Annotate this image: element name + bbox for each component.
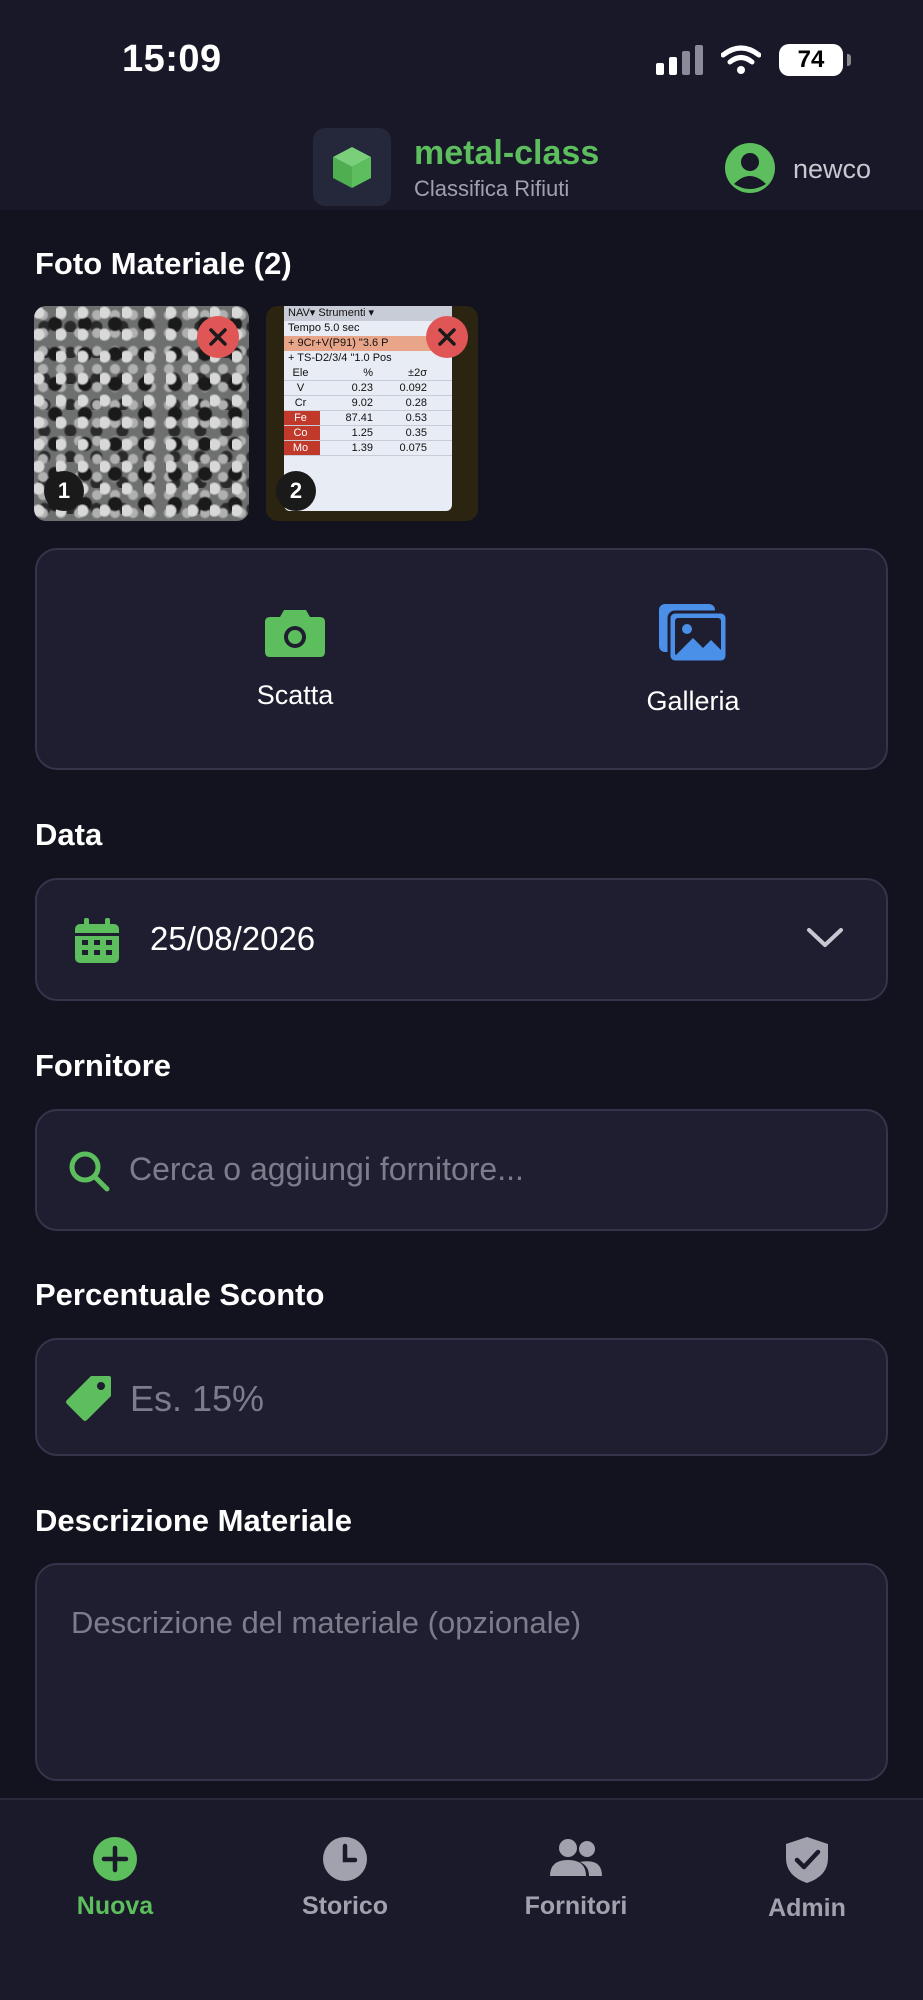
screen-cell: V <box>296 382 305 394</box>
cube-icon <box>333 147 371 188</box>
screen-cell: Cr <box>294 397 307 409</box>
close-icon <box>438 328 456 346</box>
screen-table-row: Mo 1.39 0.075 <box>284 441 452 456</box>
remove-photo-button[interactable] <box>197 316 239 358</box>
discount-label: Percentuale Sconto <box>35 1277 325 1312</box>
screen-cell: Mo <box>284 441 320 455</box>
shield-icon <box>786 1837 828 1883</box>
status-time: 15:09 <box>122 38 222 80</box>
camera-button[interactable]: Scatta <box>95 550 495 768</box>
chevron-down-icon <box>807 928 843 947</box>
screen-cell: % <box>363 367 373 379</box>
screen-cell: Ele <box>292 367 309 379</box>
screen-cell: 9.02 <box>351 397 373 409</box>
tab-label: Nuova <box>76 1892 154 1920</box>
photo-source-card: Scatta Galleria <box>35 548 888 770</box>
plus-circle-icon <box>93 1837 137 1881</box>
screen-cell: Co <box>284 426 320 440</box>
screen-cell: 0.23 <box>351 382 373 394</box>
close-icon <box>209 328 227 346</box>
user-name[interactable]: newco <box>793 154 871 185</box>
screen-cell: Fe <box>284 411 320 425</box>
signal-icon <box>656 45 703 75</box>
clock-icon <box>323 1837 367 1881</box>
bottom-tab-bar: Nuova Storico Fornitori Admin <box>0 1798 923 2000</box>
tab-nuova[interactable]: Nuova <box>25 1836 205 1921</box>
status-bar: 15:09 74 <box>0 0 923 120</box>
discount-input[interactable]: Es. 15% <box>130 1378 264 1420</box>
tab-label: Fornitori <box>524 1892 628 1920</box>
description-textarea[interactable]: Descrizione del materiale (opzionale) <box>35 1563 888 1781</box>
supplier-search-field[interactable]: Cerca o aggiungi fornitore... <box>35 1109 888 1231</box>
screen-menu: NAV▾ Strumenti ▾ <box>284 306 452 321</box>
tab-fornitori[interactable]: Fornitori <box>486 1836 666 1921</box>
tab-admin[interactable]: Admin <box>717 1836 897 1923</box>
screen-cell: 87.41 <box>345 412 373 424</box>
gallery-button[interactable]: Galleria <box>493 550 893 768</box>
people-icon <box>550 1839 602 1876</box>
calendar-icon <box>75 918 119 963</box>
camera-button-label: Scatta <box>256 679 334 710</box>
user-avatar-icon[interactable] <box>724 142 776 194</box>
app-subtitle: Classifica Rifiuti <box>414 176 570 201</box>
tag-icon <box>66 1376 111 1421</box>
tab-label: Storico <box>301 1892 389 1920</box>
supplier-label: Fornitore <box>35 1048 172 1083</box>
app-header: metal-class Classifica Rifiuti newco <box>0 120 923 210</box>
screen-cell: 0.092 <box>399 382 427 394</box>
description-label: Descrizione Materiale <box>35 1503 353 1538</box>
photo-thumbnail[interactable]: 1 <box>34 306 249 521</box>
discount-field[interactable]: Es. 15% <box>35 1338 888 1456</box>
app-logo <box>313 128 391 206</box>
photos-section-label: Foto Materiale (2) <box>35 246 292 281</box>
date-label: Data <box>35 817 103 852</box>
gallery-icon <box>659 603 729 663</box>
battery-indicator: 74 <box>779 44 851 76</box>
screen-table-row: V 0.23 0.092 <box>284 381 452 396</box>
app-title: metal-class <box>414 134 600 172</box>
screen-cell: 0.075 <box>399 442 427 454</box>
date-picker[interactable]: 25/08/2026 <box>35 878 888 1001</box>
gallery-button-label: Galleria <box>646 685 740 716</box>
status-icons: 74 <box>656 44 851 76</box>
screen-cell: ±2σ <box>408 367 427 379</box>
screen-table-row: Fe 87.41 0.53 <box>284 411 452 426</box>
photo-thumbnail[interactable]: NAV▾ Strumenti ▾ Tempo 5.0 sec + 9Cr+V(P… <box>266 306 478 521</box>
date-value: 25/08/2026 <box>150 920 316 957</box>
screen-table-row: Cr 9.02 0.28 <box>284 396 452 411</box>
screen-alloy: + TS-D2/3/4 "1.0 Pos <box>288 352 392 364</box>
tab-storico[interactable]: Storico <box>255 1836 435 1921</box>
photo-number-badge: 2 <box>276 471 316 511</box>
camera-icon <box>265 609 325 657</box>
screen-cell: 0.53 <box>405 412 427 424</box>
screen-cell: 1.25 <box>351 427 373 439</box>
screen-cell: 0.28 <box>405 397 427 409</box>
screen-cell: 1.39 <box>351 442 373 454</box>
search-icon <box>69 1151 110 1192</box>
wifi-icon <box>721 45 761 74</box>
screen-cell: 0.35 <box>405 427 427 439</box>
supplier-search-input[interactable]: Cerca o aggiungi fornitore... <box>129 1151 524 1188</box>
screen-table-row: Co 1.25 0.35 <box>284 426 452 441</box>
screen-table-header: Ele % ±2σ <box>284 366 452 381</box>
tab-label: Admin <box>768 1894 846 1922</box>
remove-photo-button[interactable] <box>426 316 468 358</box>
photo-number-badge: 1 <box>44 471 84 511</box>
description-placeholder: Descrizione del materiale (opzionale) <box>71 1605 582 1640</box>
